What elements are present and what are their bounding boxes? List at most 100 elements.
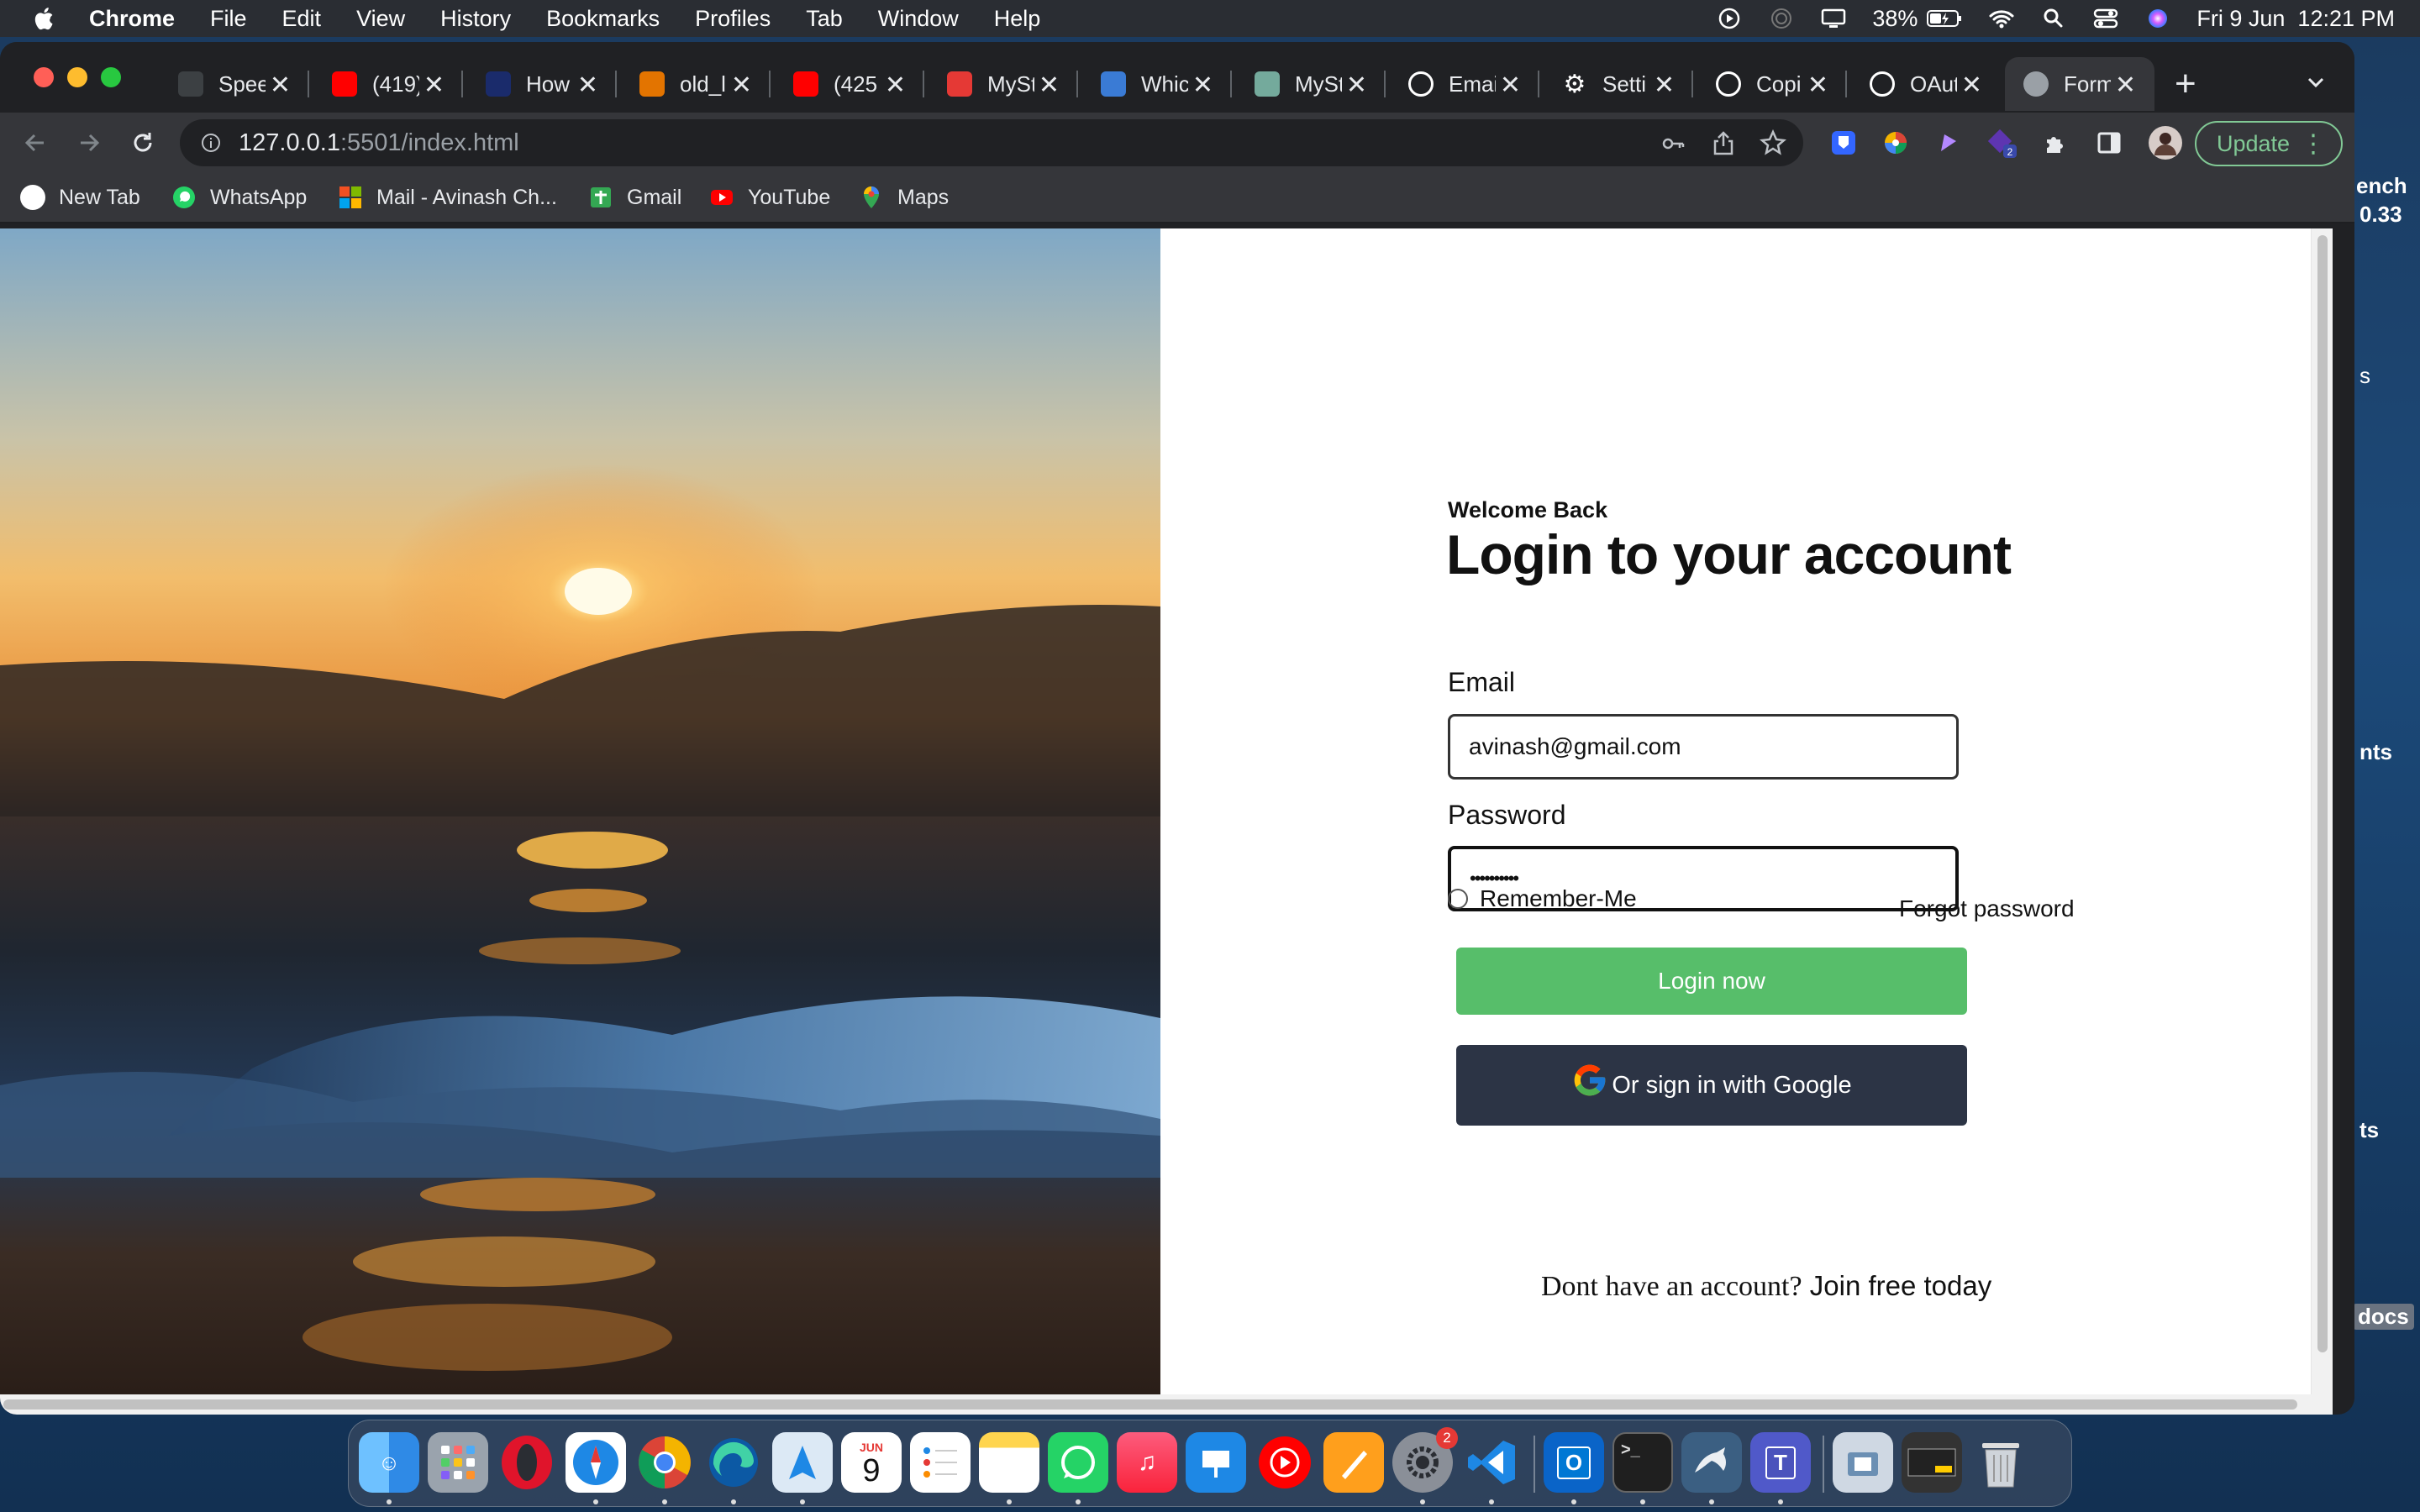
spotlight-search-icon[interactable] <box>2040 7 2067 30</box>
notes-app-icon[interactable] <box>979 1432 1039 1493</box>
keynote-app-icon[interactable] <box>1186 1432 1246 1493</box>
bookmark-mail[interactable]: Mail - Avinash Ch... <box>338 185 557 210</box>
extension-purple-icon[interactable] <box>1933 128 1963 158</box>
battery-icon[interactable] <box>1926 7 1963 30</box>
trash-app-icon[interactable] <box>1970 1432 2031 1493</box>
whatsapp-app-icon[interactable] <box>1048 1432 1108 1493</box>
browser-tab[interactable]: How ✕ <box>467 57 617 111</box>
browser-tab[interactable]: Emai ✕ <box>1390 57 1539 111</box>
airdrop-icon[interactable] <box>1768 7 1795 30</box>
browser-tab[interactable]: Whic ✕ <box>1082 57 1232 111</box>
menu-bookmarks[interactable]: Bookmarks <box>546 6 660 32</box>
extension-color-wheel-icon[interactable] <box>1881 128 1911 158</box>
vertical-scroll-thumb[interactable] <box>2317 235 2328 1352</box>
menu-window[interactable]: Window <box>878 6 959 32</box>
screenshot-stack-icon[interactable] <box>1902 1432 1962 1493</box>
reload-icon[interactable] <box>128 128 158 158</box>
siri-icon[interactable] <box>2144 7 2171 30</box>
browser-tab[interactable]: ⚙ Setti ✕ <box>1544 57 1693 111</box>
remember-me-radio[interactable] <box>1448 889 1468 909</box>
menu-edit[interactable]: Edit <box>282 6 322 32</box>
chrome-app-icon[interactable] <box>634 1432 695 1493</box>
safari-app-icon[interactable] <box>566 1432 626 1493</box>
menu-help[interactable]: Help <box>994 6 1041 32</box>
bookmark-maps[interactable]: Maps <box>859 185 949 210</box>
more-menu-icon[interactable]: ⋮ <box>2301 129 2326 159</box>
minimize-window-button[interactable] <box>67 67 87 87</box>
maximize-window-button[interactable] <box>101 67 121 87</box>
forgot-password-link[interactable]: Forgot password <box>1899 895 2075 922</box>
address-bar[interactable]: 127.0.0.1:5501/index.html <box>180 119 1803 166</box>
profile-avatar[interactable] <box>2148 125 2183 160</box>
join-free-link[interactable]: Join free today <box>1810 1270 1991 1301</box>
menu-file[interactable]: File <box>210 6 247 32</box>
vertical-scrollbar[interactable] <box>2311 228 2333 1394</box>
maps-app-icon[interactable] <box>772 1432 833 1493</box>
pages-app-icon[interactable] <box>1323 1432 1384 1493</box>
forward-arrow-icon[interactable] <box>74 128 104 158</box>
new-tab-button[interactable]: + <box>2175 62 2196 106</box>
finder-app-icon[interactable]: ☺ <box>359 1432 419 1493</box>
horizontal-scroll-thumb[interactable] <box>3 1399 2297 1410</box>
browser-tab[interactable]: (419) ✕ <box>313 57 463 111</box>
back-arrow-icon[interactable] <box>20 128 50 158</box>
menu-tab[interactable]: Tab <box>806 6 843 32</box>
bookmark-youtube[interactable]: YouTube <box>709 185 830 210</box>
browser-tab[interactable]: Spee ✕ <box>160 57 309 111</box>
apple-logo-icon[interactable] <box>30 5 55 32</box>
browser-tab[interactable]: old_l ✕ <box>621 57 771 111</box>
close-tab-icon[interactable]: ✕ <box>1961 71 1982 100</box>
close-tab-icon[interactable]: ✕ <box>1192 71 1213 100</box>
bookmark-gmail[interactable]: Gmail <box>588 185 681 210</box>
bookmark-star-icon[interactable] <box>1760 129 1786 156</box>
login-now-button[interactable]: Login now <box>1456 948 1967 1015</box>
control-center-icon[interactable] <box>2092 7 2119 30</box>
opera-app-icon[interactable] <box>497 1432 557 1493</box>
update-button[interactable]: Update ⋮ <box>2195 121 2343 166</box>
close-tab-icon[interactable]: ✕ <box>270 71 291 100</box>
terminal-app-icon[interactable]: >_ <box>1612 1432 1673 1493</box>
browser-tab[interactable]: Copi ✕ <box>1697 57 1847 111</box>
close-tab-icon[interactable]: ✕ <box>1500 71 1521 100</box>
google-signin-button[interactable]: Or sign in with Google <box>1456 1045 1967 1126</box>
close-window-button[interactable] <box>34 67 54 87</box>
password-key-icon[interactable] <box>1660 131 1686 156</box>
tab-search-chevron-icon[interactable] <box>2306 72 2326 92</box>
close-tab-icon[interactable]: ✕ <box>424 71 445 100</box>
downloads-folder-icon[interactable] <box>1833 1432 1893 1493</box>
side-panel-icon[interactable] <box>2094 128 2124 158</box>
outlook-app-icon[interactable]: O <box>1544 1432 1604 1493</box>
menu-view[interactable]: View <box>356 6 405 32</box>
browser-tab[interactable]: OAut ✕ <box>1851 57 2001 111</box>
music-app-icon[interactable]: ♫ <box>1117 1432 1177 1493</box>
menubar-datetime[interactable]: Fri 9 Jun 12:21 PM <box>2196 6 2395 32</box>
extension-badge-icon[interactable]: 2 <box>1986 128 2017 158</box>
edge-app-icon[interactable] <box>703 1432 764 1493</box>
email-input[interactable]: avinash@gmail.com <box>1448 714 1959 780</box>
close-tab-icon[interactable]: ✕ <box>885 71 906 100</box>
extension-bitwarden-icon[interactable] <box>1828 128 1859 158</box>
teams-app-icon[interactable]: T <box>1750 1432 1811 1493</box>
mysql-workbench-app-icon[interactable] <box>1681 1432 1742 1493</box>
reminders-app-icon[interactable] <box>910 1432 971 1493</box>
browser-tab[interactable]: Form ✕ <box>2005 57 2154 111</box>
menu-profiles[interactable]: Profiles <box>695 6 771 32</box>
close-tab-icon[interactable]: ✕ <box>731 71 752 100</box>
close-tab-icon[interactable]: ✕ <box>1039 71 1060 100</box>
share-icon[interactable] <box>1711 129 1736 156</box>
system-settings-app-icon[interactable]: 2 <box>1392 1427 1458 1493</box>
vscode-app-icon[interactable] <box>1461 1432 1522 1493</box>
browser-tab[interactable]: MySt ✕ <box>929 57 1078 111</box>
bookmark-whatsapp[interactable]: WhatsApp <box>171 185 307 210</box>
wifi-icon[interactable] <box>1988 7 2015 30</box>
browser-tab[interactable]: MySt ✕ <box>1236 57 1386 111</box>
menu-history[interactable]: History <box>440 6 511 32</box>
close-tab-icon[interactable]: ✕ <box>2115 71 2136 100</box>
play-circle-icon[interactable] <box>1716 7 1743 30</box>
site-info-icon[interactable] <box>200 132 222 154</box>
close-tab-icon[interactable]: ✕ <box>1346 71 1367 100</box>
bookmark-new-tab[interactable]: New Tab <box>20 185 140 210</box>
browser-tab[interactable]: (425 ✕ <box>775 57 924 111</box>
display-icon[interactable] <box>1820 7 1847 30</box>
close-tab-icon[interactable]: ✕ <box>577 71 598 100</box>
